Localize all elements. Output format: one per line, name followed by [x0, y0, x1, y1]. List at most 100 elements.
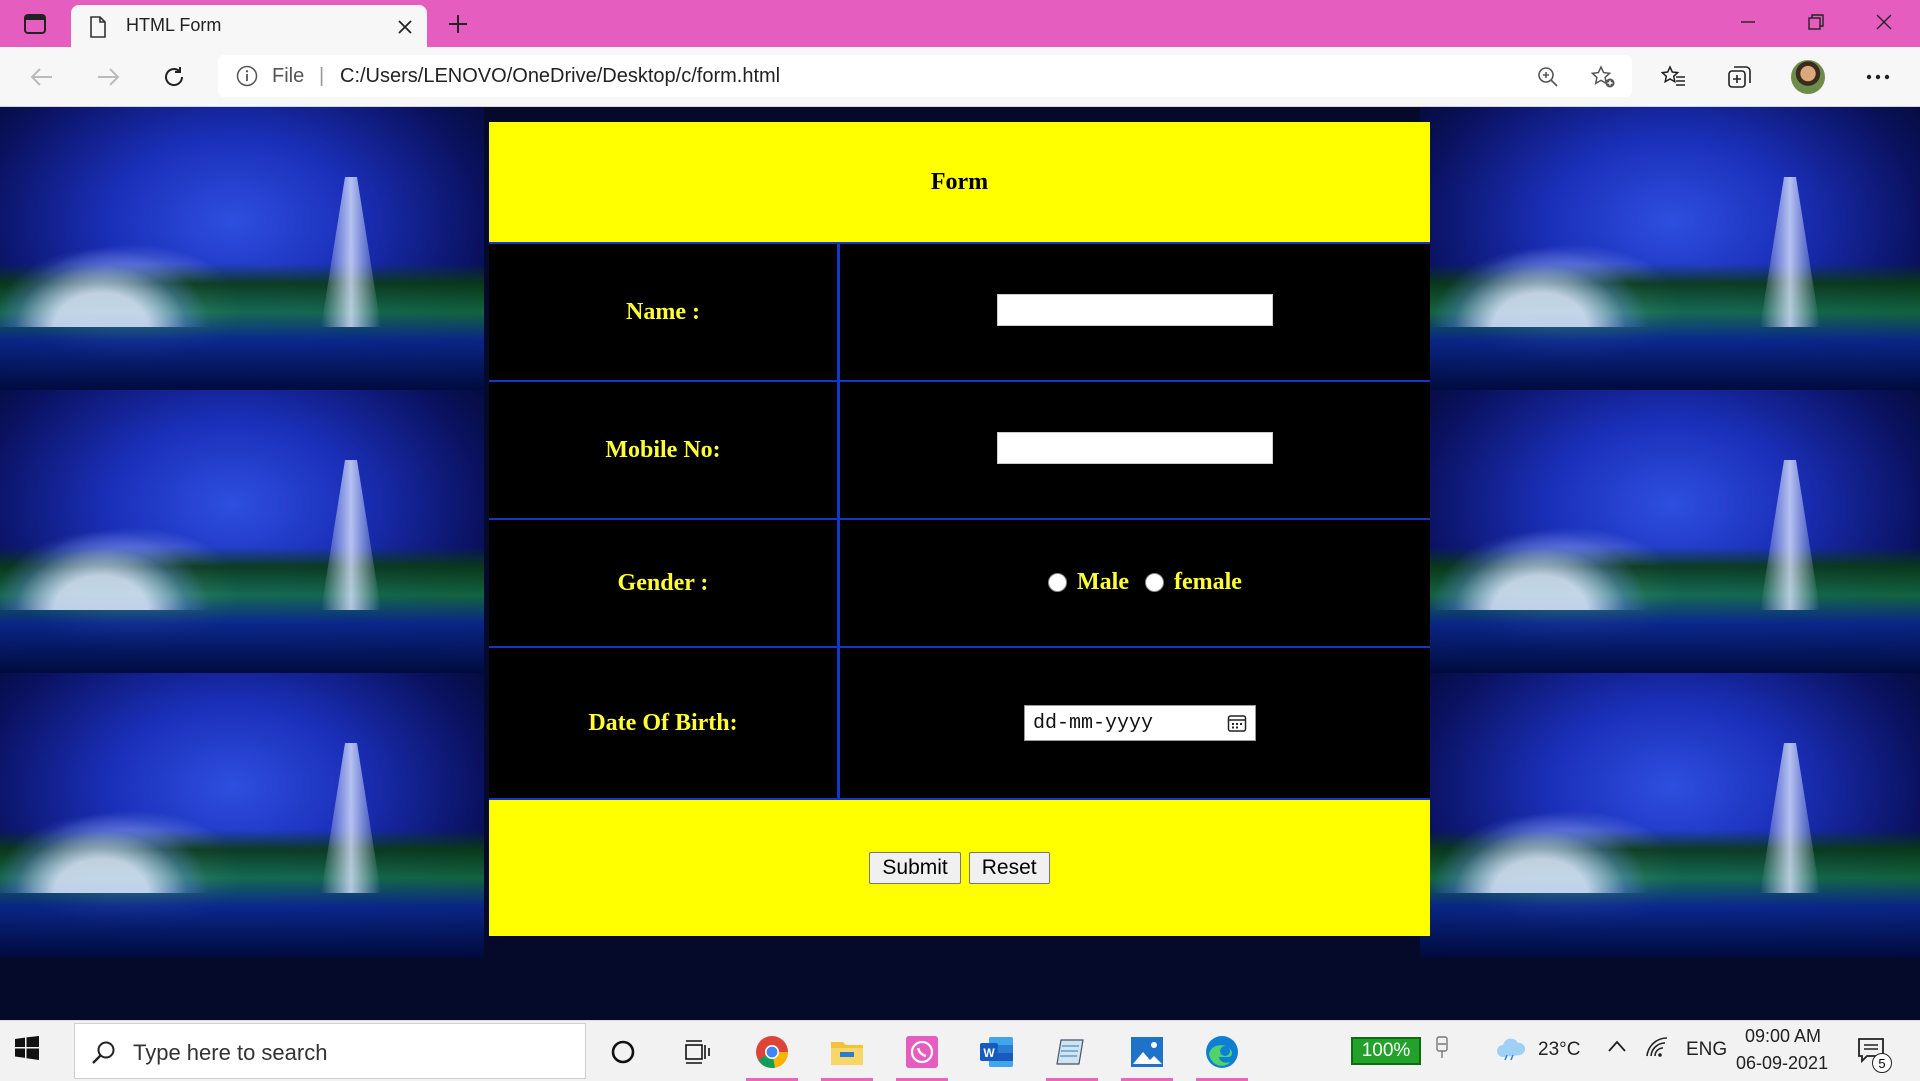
language-indicator[interactable]: ENG: [1686, 1039, 1727, 1061]
battery-indicator[interactable]: 100%: [1351, 1037, 1421, 1065]
zoom-icon: [1538, 67, 1558, 87]
search-icon: [92, 1041, 115, 1064]
close-icon: [1876, 14, 1892, 30]
collections-icon: [1728, 66, 1751, 88]
url-separator: |: [319, 65, 325, 87]
mobile-field-cell: [838, 380, 1430, 519]
pen-menu-button[interactable]: [1432, 1035, 1452, 1067]
edge-icon: [1206, 1036, 1238, 1068]
start-button[interactable]: [14, 1035, 40, 1066]
network-button[interactable]: [1645, 1036, 1669, 1064]
restore-button[interactable]: [1782, 0, 1850, 44]
more-icon: [1866, 74, 1890, 80]
refresh-button[interactable]: [154, 59, 194, 95]
browser-tab[interactable]: HTML Form: [71, 5, 427, 47]
gender-female-label: female: [1174, 569, 1242, 595]
whatsapp-icon: [906, 1036, 938, 1068]
registration-form: Form Name : Mobile No: Gender : Male fem…: [489, 122, 1430, 936]
back-arrow-icon: [30, 68, 52, 86]
wifi-icon: [1646, 1037, 1668, 1057]
clock-date[interactable]: 06-09-2021: [1736, 1053, 1828, 1074]
cortana-icon: [611, 1040, 635, 1064]
gender-label: Gender :: [489, 518, 840, 647]
close-tab-button[interactable]: [393, 15, 417, 39]
taskbar-photos[interactable]: [1117, 1029, 1177, 1081]
dob-label: Date Of Birth:: [489, 646, 840, 799]
weather-button[interactable]: [1495, 1035, 1527, 1067]
close-window-button[interactable]: [1850, 0, 1918, 44]
name-label: Name :: [489, 242, 840, 381]
windows-taskbar: Type here to search W 100% 23°C ENG 09:0…: [0, 1020, 1920, 1081]
tab-actions-button[interactable]: [14, 8, 56, 40]
url-text[interactable]: C:/Users/LENOVO/OneDrive/Desktop/c/form.…: [340, 65, 780, 88]
svg-text:W: W: [983, 1046, 995, 1060]
url-scheme-label: File: [272, 65, 305, 87]
photos-icon: [1131, 1037, 1163, 1067]
form-heading: Form: [489, 122, 1430, 243]
weather-cloud-icon: [1497, 1038, 1526, 1061]
zoom-button[interactable]: [1533, 63, 1563, 91]
plus-icon: [449, 15, 467, 33]
favorites-button[interactable]: [1654, 59, 1694, 95]
collections-button[interactable]: [1720, 59, 1760, 95]
chrome-icon: [756, 1036, 788, 1068]
show-hidden-icons-button[interactable]: [1607, 1037, 1627, 1059]
back-button[interactable]: [22, 59, 62, 95]
gender-male-label: Male: [1077, 569, 1129, 595]
reset-button[interactable]: Reset: [968, 852, 1050, 884]
calendar-icon[interactable]: [1227, 713, 1247, 733]
taskbar-edge[interactable]: [1192, 1029, 1252, 1081]
chevron-up-icon: [1608, 1040, 1626, 1052]
temperature-label[interactable]: 23°C: [1538, 1039, 1580, 1061]
name-input[interactable]: [997, 293, 1273, 326]
notepad-icon: [1056, 1039, 1084, 1065]
gender-options: Male female: [1048, 569, 1242, 596]
task-view-button[interactable]: [667, 1029, 727, 1075]
dob-field-cell: dd-mm-yyyy: [838, 646, 1430, 799]
mobile-input[interactable]: [997, 431, 1273, 464]
gender-female-radio[interactable]: [1145, 573, 1164, 592]
gender-male-radio[interactable]: [1048, 573, 1068, 592]
profile-button[interactable]: [1788, 59, 1828, 95]
taskbar-chrome[interactable]: [742, 1029, 802, 1081]
cortana-button[interactable]: [593, 1029, 653, 1075]
restore-icon: [1808, 14, 1824, 30]
forward-button[interactable]: [88, 59, 128, 95]
dob-input[interactable]: dd-mm-yyyy: [1024, 705, 1256, 741]
tab-actions-icon: [24, 14, 46, 34]
file-explorer-icon: [831, 1042, 863, 1065]
windows-logo-icon: [15, 1036, 39, 1060]
pen-icon: [1436, 1036, 1448, 1058]
forward-arrow-icon: [98, 68, 120, 86]
taskbar-search[interactable]: Type here to search: [74, 1023, 586, 1079]
minimize-button[interactable]: [1714, 0, 1782, 44]
taskbar-whatsapp[interactable]: [892, 1029, 952, 1081]
dob-placeholder: dd-mm-yyyy: [1033, 711, 1154, 735]
minimize-icon: [1741, 21, 1755, 23]
address-bar[interactable]: File | C:/Users/LENOVO/OneDrive/Desktop/…: [218, 55, 1632, 97]
browser-title-bar: HTML Form: [0, 0, 1920, 47]
page-viewport: Form Name : Mobile No: Gender : Male fem…: [0, 107, 1920, 1020]
settings-menu-button[interactable]: [1858, 59, 1898, 95]
task-view-icon: [685, 1040, 710, 1064]
notification-count-badge: 5: [1872, 1053, 1892, 1073]
clock-time[interactable]: 09:00 AM: [1745, 1026, 1821, 1047]
refresh-icon: [165, 67, 184, 86]
star-add-icon: [1590, 65, 1615, 88]
form-actions: Submit Reset: [489, 798, 1430, 936]
submit-button[interactable]: Submit: [869, 852, 961, 884]
taskbar-word[interactable]: W: [967, 1029, 1027, 1075]
search-placeholder: Type here to search: [133, 1040, 328, 1065]
avatar: [1791, 60, 1825, 94]
page-icon: [90, 16, 106, 38]
taskbar-file-explorer[interactable]: [817, 1029, 877, 1081]
close-icon: [398, 20, 412, 34]
add-favorite-button[interactable]: [1588, 63, 1618, 91]
gender-field-cell: Male female: [838, 518, 1430, 647]
taskbar-notepad[interactable]: [1042, 1029, 1102, 1081]
info-icon[interactable]: [236, 65, 258, 87]
word-icon: W: [980, 1037, 1013, 1067]
new-tab-button[interactable]: [440, 8, 476, 40]
browser-toolbar: File | C:/Users/LENOVO/OneDrive/Desktop/…: [0, 47, 1920, 107]
name-field-cell: [838, 242, 1430, 381]
